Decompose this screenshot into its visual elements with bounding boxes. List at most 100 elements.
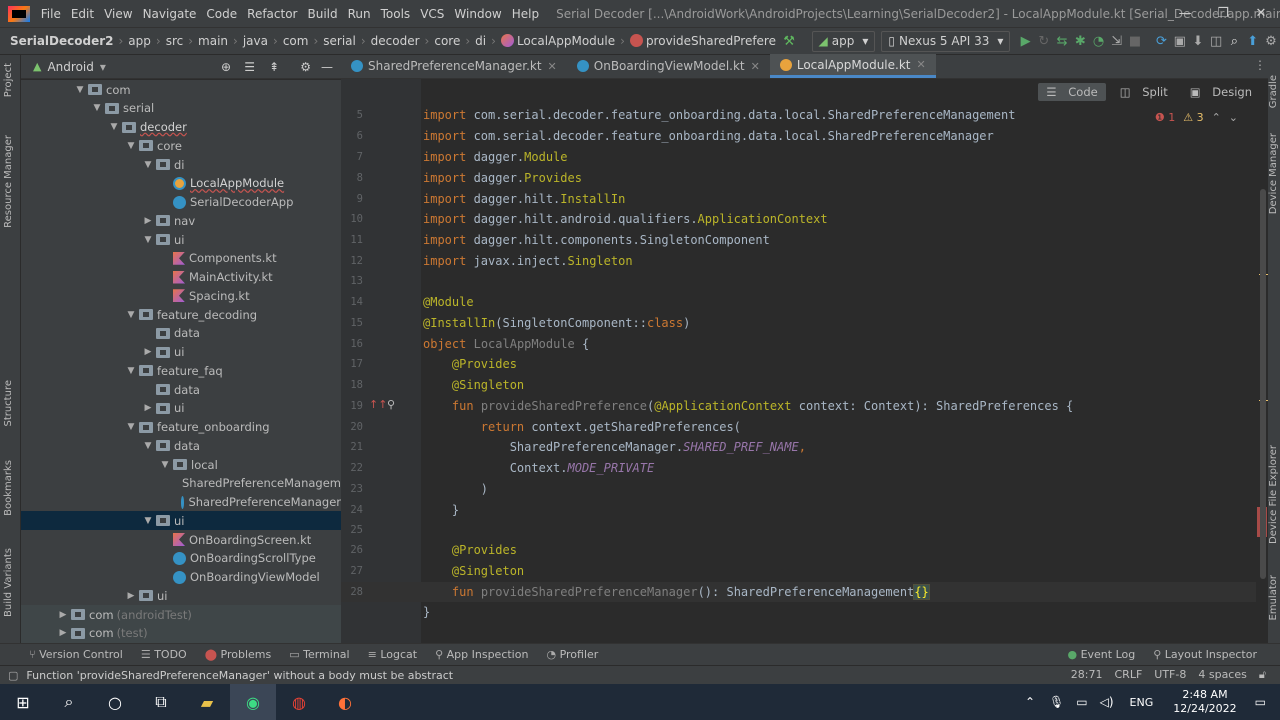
toolwindow-event-log[interactable]: ● Event Log [1058,648,1144,661]
chevron-down-icon[interactable]: ▼ [125,422,137,432]
tool-device-manager[interactable]: Device Manager [1268,133,1279,214]
tree-item[interactable]: OnBoardingScreen.kt [21,530,341,549]
attach-debugger-icon[interactable]: ⇲ [1108,34,1126,49]
tree-item[interactable]: ▶ nav [21,211,341,230]
code-text[interactable]: import dagger.hilt.InstallIn [423,192,625,206]
code-text[interactable]: @Provides [423,357,517,371]
update-icon[interactable]: ⬆ [1244,34,1262,49]
restore-icon[interactable]: ❐ [1204,0,1242,28]
tree-item[interactable]: OnBoardingScrollType [21,549,341,568]
breadcrumb-item[interactable]: di [471,34,490,48]
hide-panel-icon[interactable]: — [321,60,333,74]
tree-item[interactable]: ▶ ui [21,399,341,418]
tree-item[interactable]: ▶ ui [21,343,341,362]
firefox-icon[interactable]: ◐ [322,684,368,720]
tool-emulator[interactable]: Emulator [1268,575,1279,620]
cortana-icon[interactable]: ○ [92,684,138,720]
view-mode-split[interactable]: ◫ Split [1112,83,1176,101]
tree-item[interactable]: ▼ data [21,436,341,455]
chevron-down-icon[interactable]: ▼ [74,85,86,95]
menu-item-navigate[interactable]: Navigate [138,7,202,21]
profile-icon[interactable]: ◔ [1089,34,1107,49]
code-text[interactable]: import javax.inject.Singleton [423,254,633,268]
tool-bookmarks[interactable]: Bookmarks [3,460,14,516]
breadcrumb-item[interactable]: app [124,34,155,48]
scroll-thumb[interactable] [1260,189,1266,579]
tree-item[interactable]: OnBoardingViewModel [21,568,341,587]
sdk-manager-icon[interactable]: ⬇ [1189,34,1207,49]
code-text[interactable]: ) [423,482,488,496]
run-icon[interactable]: ▶ [1016,34,1034,49]
tool-resource-manager[interactable]: Resource Manager [3,135,14,228]
lock-icon[interactable]: 🔓︎ [1259,668,1266,682]
tree-item[interactable]: LocalAppModule [21,174,341,193]
breadcrumb-item[interactable]: SerialDecoder2 [6,34,117,48]
code-text[interactable]: import dagger.hilt.android.qualifiers.Ap… [423,212,828,226]
code-text[interactable]: fun provideSharedPreferenceManager(): Sh… [423,584,930,600]
task-view-icon[interactable]: ⧉ [138,684,184,720]
breadcrumb-item[interactable]: serial [319,34,360,48]
code-text[interactable]: import dagger.hilt.components.SingletonC… [423,233,770,247]
tree-item[interactable]: ▼ feature_faq [21,361,341,380]
tree-item[interactable]: SharedPreferenceManageme [21,474,341,493]
menu-item-edit[interactable]: Edit [66,7,99,21]
code-text[interactable]: import com.serial.decoder.feature_onboar… [423,129,994,143]
code-text[interactable]: object LocalAppModule { [423,337,589,351]
code-text[interactable]: @Module [423,295,474,309]
chrome-icon[interactable]: ◍ [276,684,322,720]
tool-gradle[interactable]: Gradle [1268,75,1279,108]
code-editor[interactable]: ↑↑ ⚲ ⚲ ☰ Code ◫ Split ▣ Design ❶ 1 ⚠ 3 ⌃… [341,79,1268,643]
tree-item[interactable]: ▼ di [21,155,341,174]
code-text[interactable]: SharedPreferenceManager.SHARED_PREF_NAME… [423,440,806,454]
breadcrumb-item[interactable]: core [430,34,464,48]
breadcrumb-file[interactable]: LocalAppModule [497,34,619,48]
tree-item[interactable]: ▼ local [21,455,341,474]
inspection-widget[interactable]: ❶ 1 ⚠ 3 ⌃ ⌄ [1155,111,1238,124]
expand-all-icon[interactable]: ☰ [244,60,255,74]
chevron-right-icon[interactable]: ▶ [125,591,137,601]
project-view-select[interactable]: Android [47,60,93,74]
close-tab-icon[interactable]: ✕ [917,58,926,71]
code-text[interactable]: @Singleton [423,564,524,578]
chevron-right-icon[interactable]: ▶ [142,403,154,413]
code-text[interactable]: import dagger.Provides [423,171,582,185]
menu-item-tools[interactable]: Tools [376,7,416,21]
tree-item[interactable]: MainActivity.kt [21,268,341,287]
clock[interactable]: 2:48 AM 12/24/2022 [1173,688,1236,716]
microphone-icon[interactable]: 🎙︎ [1049,695,1064,709]
menu-item-run[interactable]: Run [343,7,376,21]
collapse-all-icon[interactable]: ⇞ [269,60,279,74]
gear-icon[interactable]: ⚙ [300,60,311,74]
more-tabs-icon[interactable]: ⋮ [1254,58,1266,72]
chevron-down-icon[interactable]: ▼ [142,441,154,451]
tree-item[interactable]: SharedPreferenceManager [21,493,341,512]
tree-item[interactable]: ▶ com (test) [21,623,341,643]
toolwindow-logcat[interactable]: ≡ Logcat [359,648,426,661]
chevron-down-icon[interactable]: ▾ [100,60,106,74]
close-tab-icon[interactable]: ✕ [548,60,557,73]
chevron-down-icon[interactable]: ▼ [142,516,154,526]
minimize-icon[interactable]: — [1166,0,1204,28]
tree-item[interactable]: ▼ com [21,80,341,99]
rerun-icon[interactable]: ↻ [1035,34,1053,49]
view-mode-code[interactable]: ☰ Code [1038,83,1106,101]
breadcrumb-item[interactable]: decoder [367,34,424,48]
chevron-right-icon[interactable]: ▶ [142,347,154,357]
toolwindow-problems[interactable]: ⬤ Problems [196,648,281,661]
android-studio-taskbar-icon[interactable]: ◉ [230,684,276,720]
search-icon[interactable]: ⌕ [46,684,92,720]
tree-item[interactable]: Spacing.kt [21,286,341,305]
code-text[interactable]: @InstallIn(SingletonComponent::class) [423,316,690,330]
tool-device-file-explorer[interactable]: Device File Explorer [1268,445,1279,544]
chevron-down-icon[interactable]: ▼ [125,310,137,320]
tree-item[interactable]: ▼ ui [21,230,341,249]
menu-item-window[interactable]: Window [449,7,506,21]
run-config-select[interactable]: ◢ app ▾ [811,30,876,52]
toolwindow-profiler[interactable]: ◔ Profiler [537,648,607,661]
chevron-down-icon[interactable]: ⌄ [1229,111,1238,124]
tab-sharedpreferencemanager-kt[interactable]: SharedPreferenceManager.kt ✕ [341,54,567,78]
code-text[interactable]: Context.MODE_PRIVATE [423,461,655,475]
menu-item-vcs[interactable]: VCS [415,7,449,21]
tray-expand-icon[interactable]: ⌃ [1025,695,1035,709]
tree-item[interactable]: data [21,324,341,343]
